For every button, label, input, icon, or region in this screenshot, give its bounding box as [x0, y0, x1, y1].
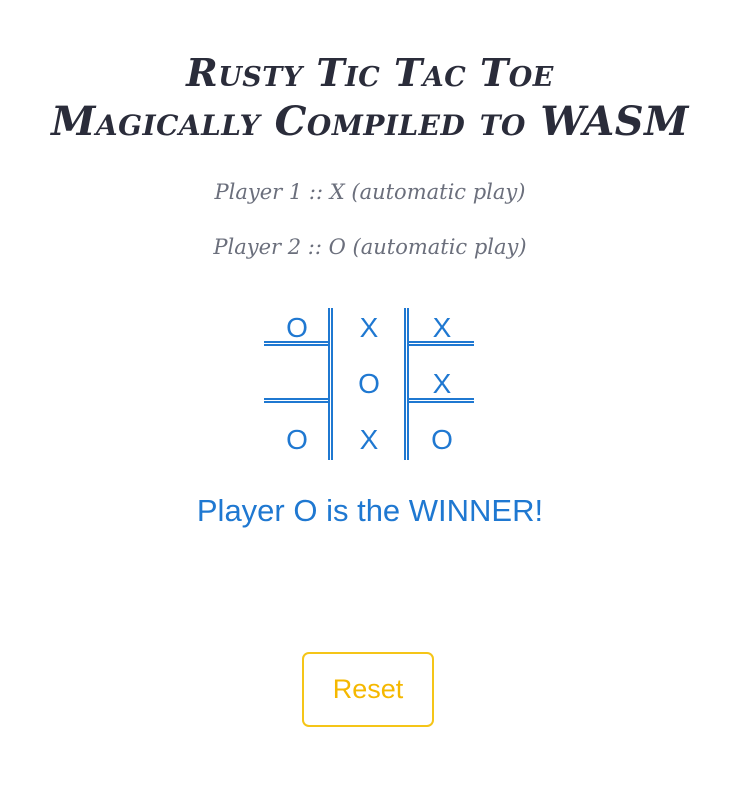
game-board: O X X O X O X O — [264, 308, 474, 460]
board-cell-2-0[interactable]: O — [264, 420, 330, 460]
board-horizontal-line-1a — [264, 341, 330, 346]
player-2-info: Player 2 :: O (automatic play) — [213, 235, 527, 259]
reset-button[interactable]: Reset — [302, 652, 434, 727]
winner-status: Player O is the WINNER! — [196, 493, 544, 528]
page-title-line-2: Magically Compiled to WASM — [51, 98, 689, 145]
board-cell-2-1[interactable]: X — [336, 420, 402, 460]
board-vertical-line-1 — [328, 308, 333, 460]
board-vertical-line-2 — [404, 308, 409, 460]
board-cell-0-1[interactable]: X — [336, 308, 402, 348]
page-title-line-1: Rusty Tic Tac Toe — [186, 50, 554, 95]
player-1-info: Player 1 :: X (automatic play) — [214, 180, 526, 204]
board-cell-2-2[interactable]: O — [409, 420, 475, 460]
board-horizontal-line-1b — [409, 341, 474, 346]
board-cell-1-1[interactable]: O — [336, 364, 402, 404]
board-horizontal-line-2b — [409, 398, 474, 403]
board-horizontal-line-2a — [264, 398, 330, 403]
